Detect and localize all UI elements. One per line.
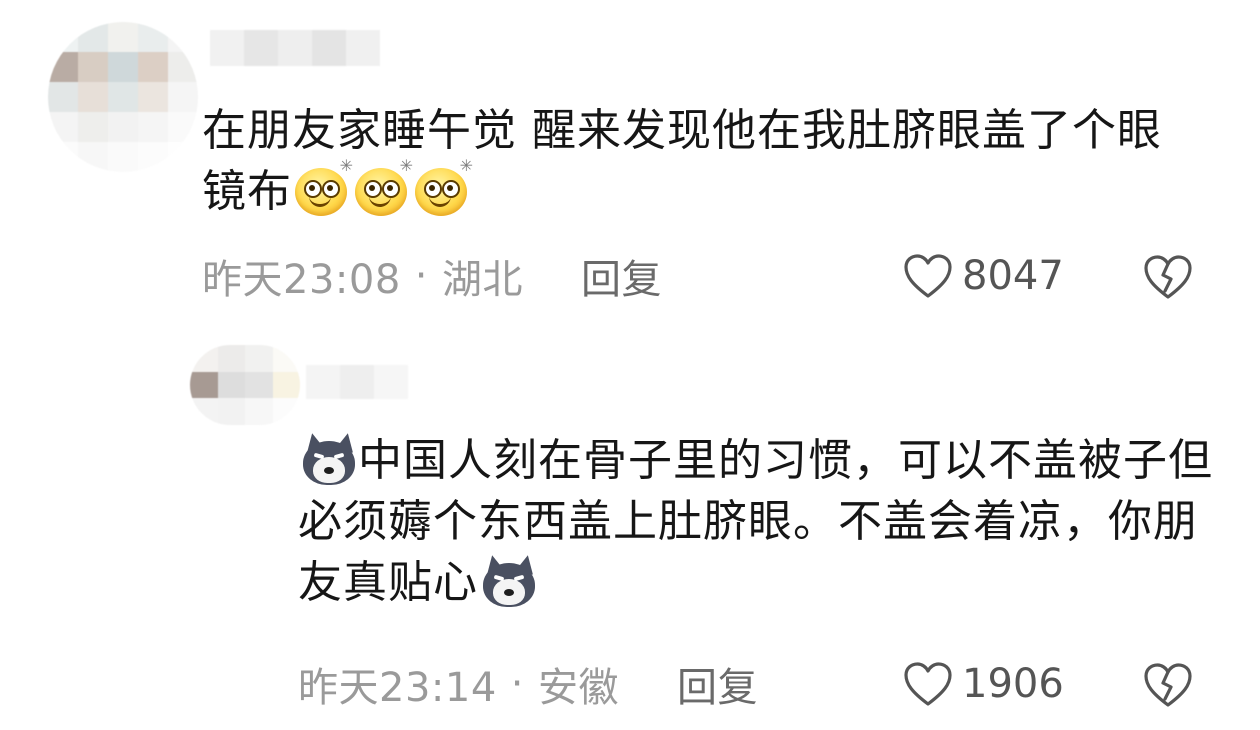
separator-dot: ·: [510, 661, 524, 707]
username-blurred[interactable]: [210, 30, 380, 66]
timestamp: 昨天23:08: [202, 257, 401, 303]
comment-text-content: 中国人刻在骨子里的习惯，可以不盖被子但必须薅个东西盖上肚脐眼。不盖会着凉，你朋友…: [298, 435, 1213, 608]
comment-text: 中国人刻在骨子里的习惯，可以不盖被子但必须薅个东西盖上肚脐眼。不盖会着凉，你朋友…: [298, 430, 1218, 613]
comment-meta: 昨天23:08 · 湖北 回复: [202, 248, 662, 304]
separator-dot: ·: [414, 253, 428, 299]
like-button[interactable]: 8047: [902, 248, 1064, 304]
broken-heart-icon[interactable]: [1142, 253, 1194, 301]
smile-face-emoji: ✳: [413, 158, 473, 218]
reply-button[interactable]: 回复: [581, 247, 662, 305]
username-blurred[interactable]: [306, 365, 408, 399]
timestamp: 昨天23:14: [298, 665, 497, 711]
heart-outline-icon: [904, 254, 952, 298]
like-count: 8047: [962, 253, 1064, 299]
comment-item: 在朋友家睡午觉 醒来发现他在我肚脐眼盖了个眼镜布 ✳ ✳ ✳ 昨天23:08 · 湖北…: [0, 0, 1260, 330]
comment-text: 在朋友家睡午觉 醒来发现他在我肚脐眼盖了个眼镜布 ✳ ✳ ✳: [202, 100, 1202, 222]
dog-face-emoji: [479, 553, 537, 609]
like-button[interactable]: 1906: [902, 656, 1064, 712]
avatar[interactable]: [190, 345, 300, 425]
reply-comment-item: 中国人刻在骨子里的习惯，可以不盖被子但必须薅个东西盖上肚脐眼。不盖会着凉，你朋友…: [0, 330, 1260, 730]
like-count: 1906: [962, 661, 1064, 707]
broken-heart-icon[interactable]: [1142, 661, 1194, 709]
comment-meta: 昨天23:14 · 安徽 回复: [298, 656, 758, 712]
location: 安徽: [538, 665, 619, 711]
heart-outline-icon: [904, 662, 952, 706]
smile-face-emoji: ✳: [353, 158, 413, 218]
avatar[interactable]: [48, 22, 198, 172]
location: 湖北: [442, 257, 523, 303]
smile-face-emoji: ✳: [293, 158, 353, 218]
dog-face-emoji: [299, 431, 357, 487]
reply-button[interactable]: 回复: [677, 655, 758, 713]
